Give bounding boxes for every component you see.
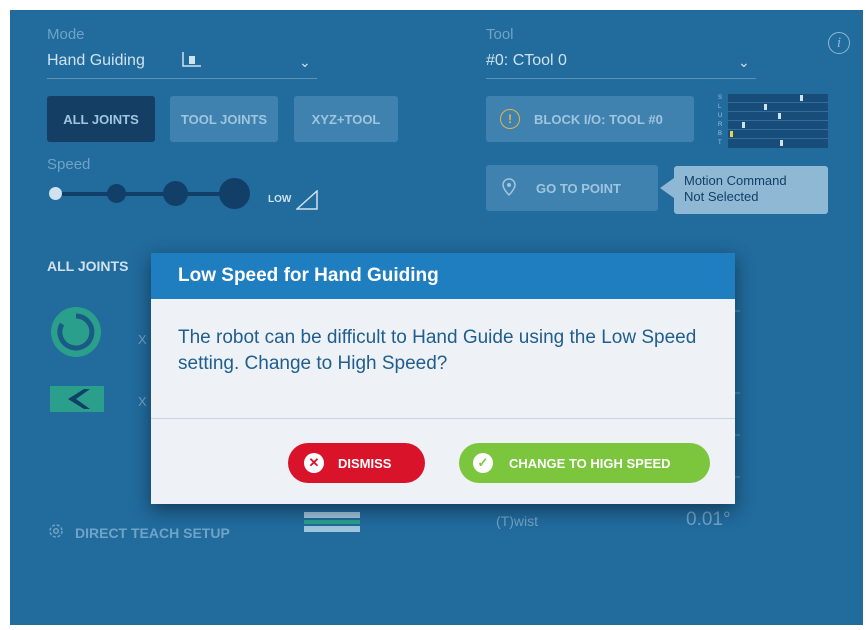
teach-device-icon: [304, 504, 360, 540]
speed-step-2[interactable]: [107, 184, 126, 203]
dialog-divider: [151, 418, 735, 419]
tool-value: #0: CTool 0: [486, 52, 567, 69]
io-letter: R: [718, 122, 723, 128]
tool-joints-button[interactable]: TOOL JOINTS: [170, 96, 278, 142]
io-letter: S: [718, 95, 723, 101]
tooltip-line-2: Not Selected: [684, 189, 759, 204]
speed-step-1[interactable]: [49, 187, 62, 200]
rotate-joint-icon[interactable]: [50, 306, 102, 363]
section-title: ALL JOINTS: [47, 258, 129, 274]
io-rows: [728, 94, 828, 148]
hand-guiding-icon: [181, 50, 203, 75]
io-letter: L: [718, 104, 722, 110]
jog-left-icon[interactable]: [50, 386, 104, 417]
chevron-down-icon: ⌄: [299, 54, 311, 70]
mode-value: Hand Guiding: [47, 52, 145, 69]
warning-icon: !: [500, 109, 520, 129]
io-status-grid: S L U R B T: [718, 94, 830, 148]
check-icon: ✓: [473, 453, 493, 473]
tool-select[interactable]: #0: CTool 0 ⌄: [486, 48, 756, 79]
speed-label: Speed: [47, 156, 91, 173]
close-icon: ✕: [304, 453, 324, 473]
tool-label: Tool: [486, 26, 514, 43]
change-to-high-speed-button[interactable]: ✓ CHANGE TO HIGH SPEED: [459, 443, 710, 483]
speed-slider[interactable]: [47, 176, 277, 212]
speed-step-4[interactable]: [219, 178, 250, 209]
chevron-down-icon: ⌄: [738, 54, 750, 70]
location-pin-icon: [502, 177, 516, 199]
io-letter: U: [718, 113, 723, 119]
change-label: CHANGE TO HIGH SPEED: [509, 455, 671, 471]
twist-label: (T)wist: [496, 513, 538, 529]
dialog-message: The robot can be difficult to Hand Guide…: [178, 327, 697, 374]
xyz-tool-button[interactable]: XYZ+TOOL: [294, 96, 398, 142]
tooltip-arrow: [660, 178, 674, 198]
dialog-title: Low Speed for Hand Guiding: [151, 253, 735, 299]
mode-label: Mode: [47, 26, 85, 43]
speed-track: [55, 192, 235, 196]
axis-letter: X: [138, 394, 147, 409]
gear-icon: [47, 522, 65, 543]
direct-teach-setup-button[interactable]: DIRECT TEACH SETUP: [47, 522, 230, 543]
speed-step-3[interactable]: [163, 181, 188, 206]
tooltip-line-1: Motion Command: [684, 173, 787, 188]
pendant-screen: Mode Hand Guiding ⌄ Tool #0: CTool 0 ⌄ i…: [10, 10, 863, 625]
dismiss-label: DISMISS: [338, 455, 392, 471]
speed-ramp-icon: [295, 189, 318, 215]
speed-level-text: LOW: [268, 194, 292, 205]
motion-command-tooltip: Motion Command Not Selected: [674, 166, 828, 214]
go-to-point-button[interactable]: GO TO POINT: [486, 165, 658, 211]
direct-teach-label: DIRECT TEACH SETUP: [75, 524, 230, 541]
dismiss-button[interactable]: ✕ DISMISS: [288, 443, 425, 483]
io-letter: T: [718, 140, 722, 146]
mode-select[interactable]: Hand Guiding ⌄: [47, 48, 317, 79]
io-letter: B: [718, 131, 723, 137]
block-io-button[interactable]: ! BLOCK I/O: TOOL #0: [486, 96, 694, 142]
twist-value: 0.01°: [686, 509, 731, 530]
axis-letter: X: [138, 332, 147, 347]
go-to-point-label: GO TO POINT: [536, 180, 621, 196]
all-joints-button[interactable]: ALL JOINTS: [47, 96, 155, 142]
info-icon[interactable]: i: [828, 32, 850, 54]
low-speed-dialog: Low Speed for Hand Guiding The robot can…: [151, 253, 735, 504]
block-io-label: BLOCK I/O: TOOL #0: [534, 111, 663, 127]
